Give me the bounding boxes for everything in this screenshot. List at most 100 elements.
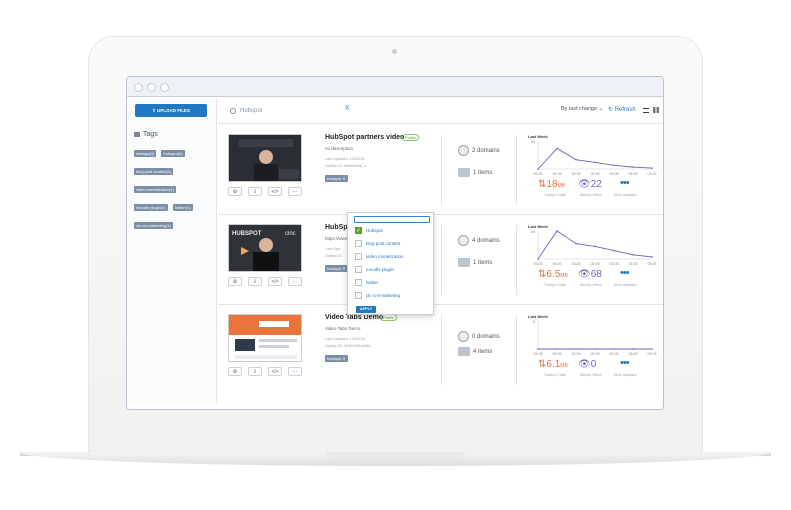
more-analytics-icon[interactable]: ••• [620,177,630,189]
download-button[interactable]: ⇩ [248,187,262,196]
tag-filter-dropdown: ✓ Hubspot blog post content video monetiz… [347,212,434,315]
embed-button[interactable]: </> [268,277,282,286]
laptop-notch [326,452,465,458]
grid-view-icon[interactable] [653,107,659,113]
window-dot-minimize[interactable] [147,83,156,92]
video-thumbnail[interactable] [228,314,302,362]
domains-label: 0 domains [472,334,500,341]
y-tick-label: 40 [531,229,536,234]
checkbox-icon[interactable] [355,292,362,300]
video-tag[interactable]: hubspot ✕ [325,175,348,182]
clear-search-button[interactable]: X [345,105,350,112]
items-count[interactable]: 1 items [458,168,492,177]
video-tag[interactable]: hubspot ✕ [325,355,348,362]
tag-option[interactable]: ✓ Hubspot [355,227,383,237]
checkbox-icon[interactable] [355,253,362,261]
data-point [537,168,539,170]
tag-chip[interactable]: moodle plugin(1) [134,204,168,211]
download-button[interactable]: ⇩ [248,277,262,286]
divider [441,135,442,205]
tag-chip[interactable]: video monetization(1) [134,186,177,193]
window-dot-close[interactable] [134,83,143,92]
settings-button[interactable]: ⚙ [228,187,242,196]
tag-chip[interactable]: blog post content(1) [134,168,174,175]
more-label: More Analytics [614,193,637,197]
tag-chip[interactable]: twitter(1) [173,204,193,211]
refresh-button[interactable]: ↻ Refresh [608,106,636,113]
tag-option[interactable]: twitter [355,279,378,289]
views-label: Weekly Views [580,373,602,377]
settings-button[interactable]: ⚙ [228,277,242,286]
more-analytics-icon[interactable]: ••• [620,267,630,279]
thumbnail-image [229,315,301,361]
checkbox-icon[interactable] [355,266,362,274]
checkbox-icon[interactable] [355,279,362,287]
video-tag[interactable]: hubspot ✕ [325,265,348,272]
tag-option[interactable]: moodle plugin [355,266,394,276]
domains-count[interactable]: 0 domains [458,331,500,342]
gallery-id: Gallery ID [325,254,342,258]
checkbox-checked-icon[interactable]: ✓ [355,227,362,235]
sort-dropdown[interactable]: By last change ⌄ [561,106,603,112]
embed-button[interactable]: </> [268,187,282,196]
domains-label: 2 domains [472,148,500,155]
video-row: HUBSPOT cinc ⚙ ⇩ </> ··· HubSpot https:/… [218,215,663,305]
sidebar: ⇧ UPLOAD FILES Tags metags(0) hubspot(4)… [127,98,217,404]
window-titlebar [127,77,663,97]
list-view-icon[interactable] [643,108,649,113]
tag-option[interactable]: clc-cnl-marketing [355,292,400,302]
upload-files-button[interactable]: ⇧ UPLOAD FILES [135,104,207,117]
window-dot-maximize[interactable] [160,83,169,92]
x-tick-label: 05.05 [534,172,543,176]
tag-option[interactable]: video monetization [355,253,404,263]
video-title[interactable]: Video Tabs Demo [325,314,383,321]
y-tick-label: 30 [531,139,536,144]
video-thumbnail[interactable] [228,134,302,182]
data-point [651,348,653,350]
x-tick-label: 05.05 [648,172,657,176]
tag-chip[interactable]: hubspot(4) [161,150,185,157]
status-badge: Public [402,134,419,141]
data-point [632,254,634,256]
tag-filter-input[interactable] [354,216,430,223]
more-label: More Analytics [614,283,637,287]
traffic-label: Today's Traffic [544,373,567,377]
data-point [556,230,558,232]
last-updated: Last Updated: 10/23/18 [325,337,365,341]
tags-heading: Tags [134,131,158,138]
more-button[interactable]: ··· [288,277,302,286]
video-description: Video Tabs Demo [325,326,361,331]
series-line [537,147,653,170]
domains-count[interactable]: 2 domains [458,145,500,156]
checkbox-icon[interactable] [355,240,362,248]
embed-button[interactable]: </> [268,367,282,376]
tag-icon [134,131,140,137]
items-count[interactable]: 4 items [458,347,492,356]
x-tick-label: 05.05 [591,172,600,176]
x-tick-label: 05.05 [629,172,638,176]
more-button[interactable]: ··· [288,367,302,376]
data-point [651,167,653,169]
data-point [556,348,558,350]
apply-button[interactable]: APPLY [356,306,376,313]
video-stats: ⇅6.5MB 👁68 ••• Today's Traffic Weekly Vi… [538,267,658,293]
views-label: Weekly Views [580,193,602,197]
traffic-label: Today's Traffic [544,193,567,197]
items-label: 1 items [473,260,493,267]
more-analytics-icon[interactable]: ••• [620,357,630,369]
search-input[interactable] [240,104,340,118]
tag-option[interactable]: blog post content [355,240,400,250]
last-updated: Last Upd [325,247,341,251]
items-count[interactable]: 1 items [458,258,492,267]
download-button[interactable]: ⇩ [248,367,262,376]
domains-count[interactable]: 4 domains [458,235,500,246]
tag-chip[interactable]: clc-cnl-marketing(1) [134,222,174,229]
tag-chip[interactable]: metags(0) [134,150,157,157]
more-button[interactable]: ··· [288,187,302,196]
settings-button[interactable]: ⚙ [228,367,242,376]
video-actions: ⚙ ⇩ </> ··· [228,367,308,377]
x-tick-label: 05.05 [591,352,600,356]
video-title[interactable]: HubSpot partners video [325,134,404,141]
video-thumbnail[interactable]: HUBSPOT cinc [228,224,302,272]
video-row: ⚙ ⇩ </> ··· Video Tabs Demo Public Video… [218,305,663,395]
